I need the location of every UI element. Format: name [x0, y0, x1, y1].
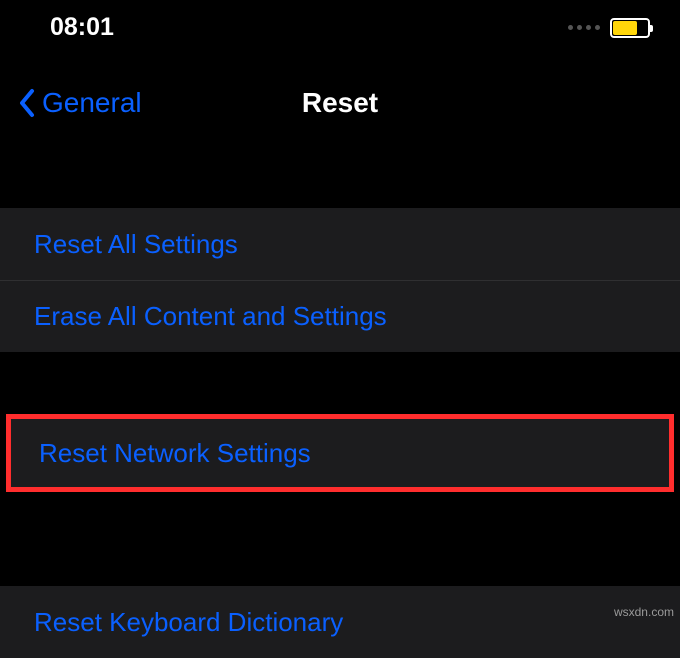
status-time: 08:01 [50, 13, 114, 42]
chevron-left-icon [18, 88, 36, 118]
battery-icon [610, 18, 650, 38]
reset-keyboard-dictionary-button[interactable]: Reset Keyboard Dictionary [0, 586, 680, 658]
highlight-annotation: Reset Network Settings [6, 414, 674, 492]
page-title: Reset [302, 87, 378, 119]
status-indicators [568, 18, 650, 38]
reset-all-settings-button[interactable]: Reset All Settings [0, 208, 680, 280]
settings-group-2: Reset Network Settings [11, 419, 669, 487]
status-bar: 08:01 [0, 0, 680, 55]
back-label: General [42, 87, 142, 119]
settings-group-1: Reset All Settings Erase All Content and… [0, 208, 680, 352]
reset-network-settings-button[interactable]: Reset Network Settings [11, 419, 669, 487]
erase-all-content-button[interactable]: Erase All Content and Settings [0, 280, 680, 352]
navigation-bar: General Reset [0, 55, 680, 150]
back-button[interactable]: General [18, 87, 142, 119]
watermark: wsxdn.com [614, 605, 674, 619]
settings-group-3: Reset Keyboard Dictionary [0, 586, 680, 658]
pagination-dots-icon [568, 25, 600, 30]
